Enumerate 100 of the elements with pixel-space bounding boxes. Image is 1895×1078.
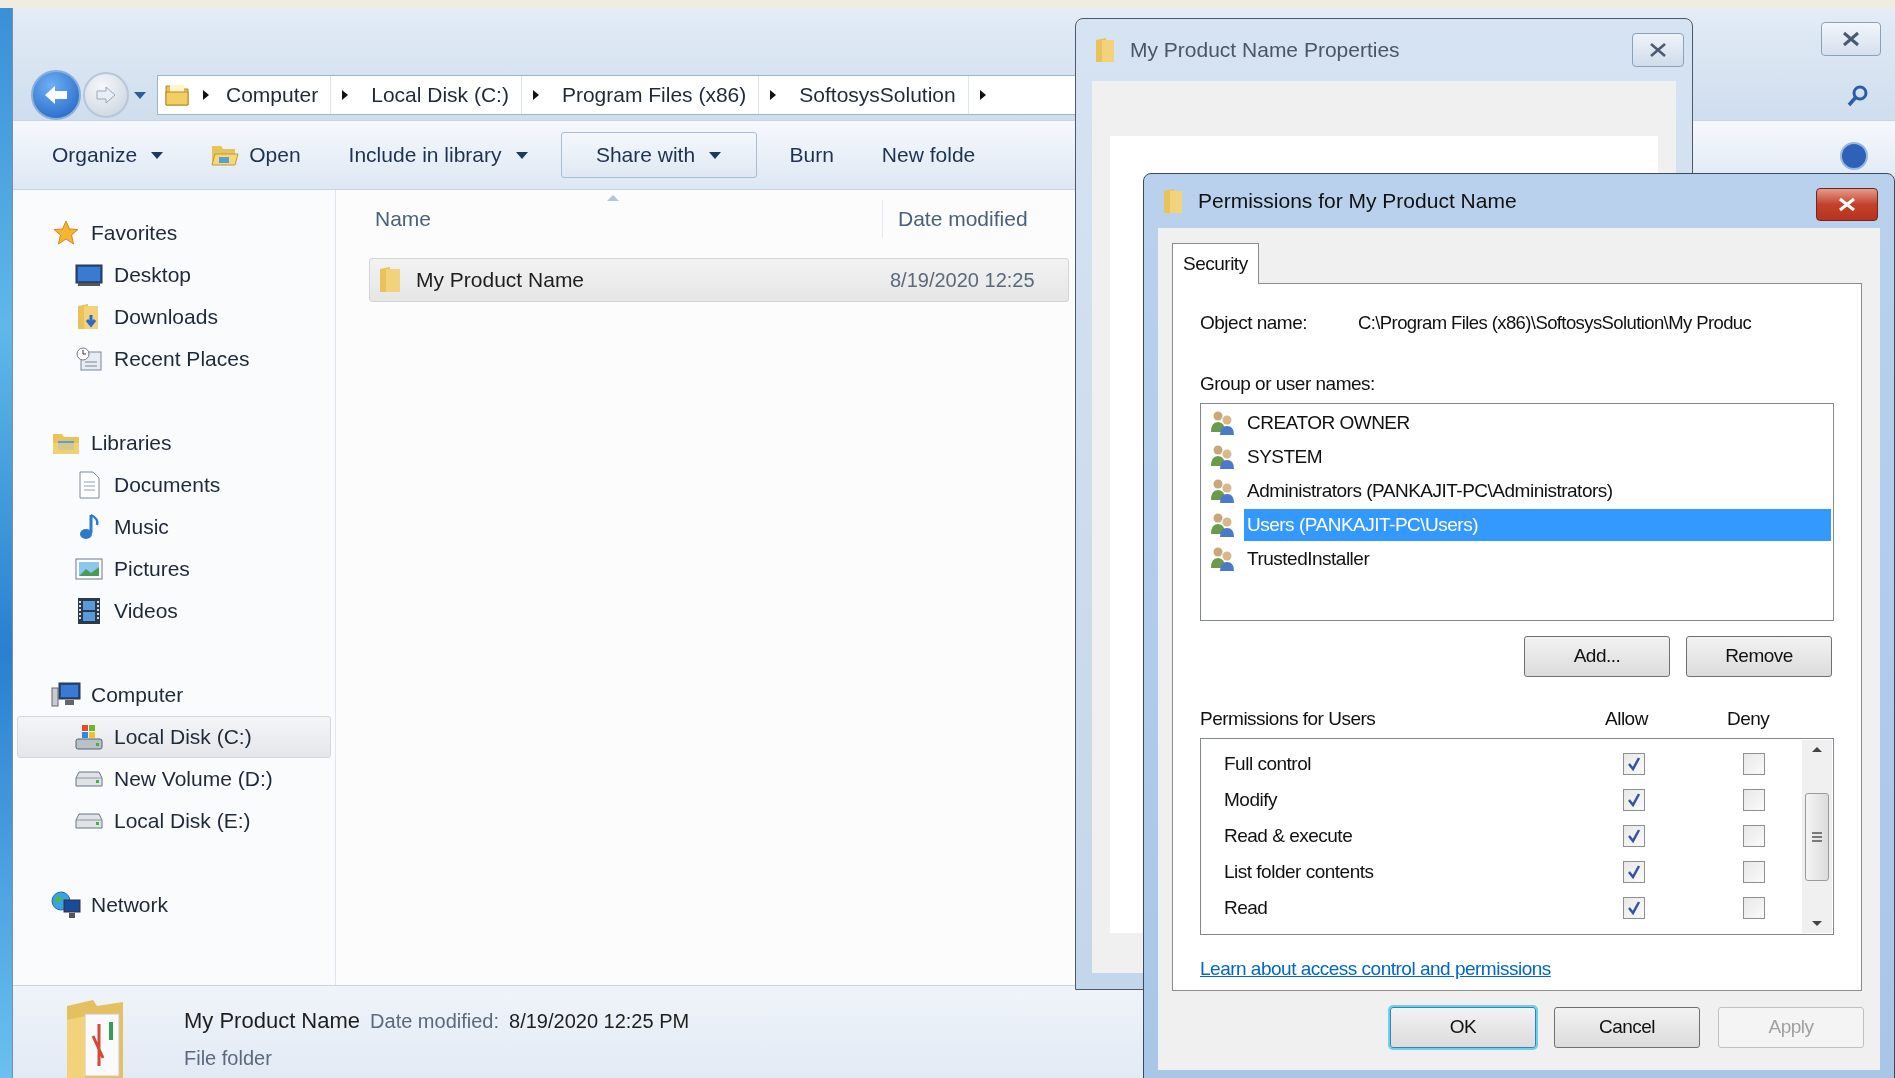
- breadcrumb-item[interactable]: Local Disk (C:): [359, 76, 522, 114]
- film-icon: [77, 597, 101, 625]
- chevron-right-icon[interactable]: [202, 89, 210, 101]
- dialog-button[interactable]: Cancel: [1554, 1007, 1700, 1048]
- dropdown-caret-icon[interactable]: [133, 90, 147, 100]
- search-icon[interactable]: [1846, 84, 1870, 108]
- drive-icon: [74, 723, 104, 751]
- users-icon: [1210, 546, 1236, 572]
- caret-down-icon: [709, 151, 722, 159]
- tab[interactable]: Security: [1172, 243, 1259, 284]
- checkbox[interactable]: [1743, 861, 1765, 883]
- nav-item[interactable]: Local Disk (C:): [17, 716, 331, 758]
- chevron-right-icon[interactable]: [531, 89, 540, 101]
- deny-column-label: Deny: [1727, 706, 1770, 731]
- arrow-right-icon: [95, 86, 117, 104]
- file-row[interactable]: My Product Name 8/19/2020 12:25: [369, 258, 1069, 302]
- user-list-item[interactable]: SYSTEM: [1244, 441, 1831, 473]
- close-button[interactable]: [1821, 22, 1881, 56]
- star-icon: [53, 220, 79, 246]
- toolbar-button[interactable]: Organize: [37, 132, 179, 178]
- monitor-icon: [75, 263, 103, 287]
- nav-item[interactable]: Recent Places: [17, 338, 331, 380]
- library-folder-icon: [52, 431, 80, 455]
- close-icon: [1841, 31, 1861, 47]
- checkbox[interactable]: [1623, 897, 1645, 919]
- sort-caret-icon: [606, 194, 620, 202]
- user-list-item[interactable]: CREATOR OWNER: [1244, 407, 1831, 439]
- nav-group-header[interactable]: Favorites: [13, 212, 335, 254]
- toolbar-button[interactable]: Share with: [560, 132, 757, 178]
- toolbar-button[interactable]: Open: [196, 132, 316, 178]
- drive-icon: [74, 770, 104, 788]
- globe-computer-icon: [51, 891, 81, 919]
- users-icon: [1210, 512, 1236, 538]
- chevron-right-icon[interactable]: [978, 89, 987, 101]
- toolbar-button[interactable]: Burn: [774, 132, 849, 178]
- close-icon: [1649, 43, 1667, 57]
- nav-item[interactable]: Music: [17, 506, 331, 548]
- column-header[interactable]: Name: [336, 200, 883, 238]
- nav-item[interactable]: Documents: [17, 464, 331, 506]
- object-name-value: C:\Program Files (x86)\SoftosysSolution\My Produc: [1358, 311, 1752, 336]
- folder-icon: [164, 82, 190, 108]
- user-list-item[interactable]: Administrators (PANKAJIT-PC\Administrators): [1244, 475, 1831, 507]
- nav-item[interactable]: Pictures: [17, 548, 331, 590]
- window-title: My Product Name Properties: [1130, 37, 1400, 64]
- clock-list-icon: [75, 346, 103, 372]
- scroll-up-icon[interactable]: [1811, 746, 1823, 753]
- breadcrumb-item[interactable]: Program Files (x86): [549, 76, 760, 114]
- nav-group-header[interactable]: Computer: [13, 674, 335, 716]
- music-note-icon: [77, 513, 101, 541]
- nav-item[interactable]: Desktop: [17, 254, 331, 296]
- nav-item[interactable]: New Volume (D:): [17, 758, 331, 800]
- breadcrumb-item[interactable]: Computer: [214, 76, 332, 114]
- toolbar-button[interactable]: Include in library: [333, 132, 543, 178]
- object-name-label: Object name:: [1200, 310, 1308, 335]
- caret-down-icon: [515, 151, 528, 159]
- column-header[interactable]: Date modified: [883, 200, 1028, 238]
- dialog-title: Permissions for My Product Name: [1198, 188, 1517, 215]
- checkbox[interactable]: [1743, 789, 1765, 811]
- users-icon: [1210, 478, 1236, 504]
- dialog-button[interactable]: Add...: [1524, 636, 1670, 677]
- scroll-thumb[interactable]: [1805, 792, 1829, 881]
- nav-item[interactable]: Videos: [17, 590, 331, 632]
- permission-name: List folder contents: [1223, 859, 1375, 884]
- dialog-button[interactable]: OK: [1390, 1007, 1536, 1048]
- dialog-button[interactable]: Remove: [1686, 636, 1832, 677]
- checkbox[interactable]: [1623, 825, 1645, 847]
- checkbox[interactable]: [1623, 861, 1645, 883]
- group-label: Group or user names:: [1200, 372, 1376, 396]
- user-list-item[interactable]: TrustedInstaller: [1244, 543, 1831, 575]
- folder-icon: [211, 143, 240, 167]
- file-name: My Product Name: [184, 1007, 361, 1035]
- scroll-down-icon[interactable]: [1811, 920, 1823, 927]
- file-type: File folder: [184, 1046, 273, 1071]
- checkbox[interactable]: [1623, 753, 1645, 775]
- date-value: 8/19/2020 12:25 PM: [509, 1009, 690, 1034]
- nav-group-header[interactable]: Network: [13, 884, 335, 926]
- back-button[interactable]: [31, 70, 81, 120]
- nav-item[interactable]: Local Disk (E:): [17, 800, 331, 842]
- checkbox[interactable]: [1743, 825, 1765, 847]
- users-icon: [1210, 410, 1236, 436]
- address-bar[interactable]: Computer Local Disk (C:) Program Files (x86) SoftosysSolution: [157, 75, 1077, 115]
- allow-column-label: Allow: [1605, 706, 1650, 731]
- picture-icon: [75, 557, 103, 581]
- chevron-right-icon[interactable]: [341, 89, 350, 101]
- checkbox[interactable]: [1623, 789, 1645, 811]
- toolbar-button[interactable]: New folde: [866, 132, 991, 178]
- date-label: Date modified:: [370, 1009, 500, 1034]
- file-date: 8/19/2020 12:25: [890, 268, 1035, 293]
- nav-item[interactable]: Downloads: [17, 296, 331, 338]
- close-button[interactable]: [1816, 188, 1878, 221]
- chevron-right-icon[interactable]: [769, 89, 778, 101]
- checkbox[interactable]: [1743, 753, 1765, 775]
- close-button[interactable]: [1632, 33, 1684, 67]
- help-link[interactable]: Learn about access control and permissions: [1200, 955, 1551, 984]
- breadcrumb-item[interactable]: SoftosysSolution: [787, 76, 969, 114]
- file-name: My Product Name: [416, 267, 586, 294]
- nav-group-header[interactable]: Libraries: [13, 422, 335, 464]
- checkbox[interactable]: [1743, 897, 1765, 919]
- arrow-left-icon: [43, 84, 69, 106]
- scrollbar[interactable]: [1802, 740, 1832, 933]
